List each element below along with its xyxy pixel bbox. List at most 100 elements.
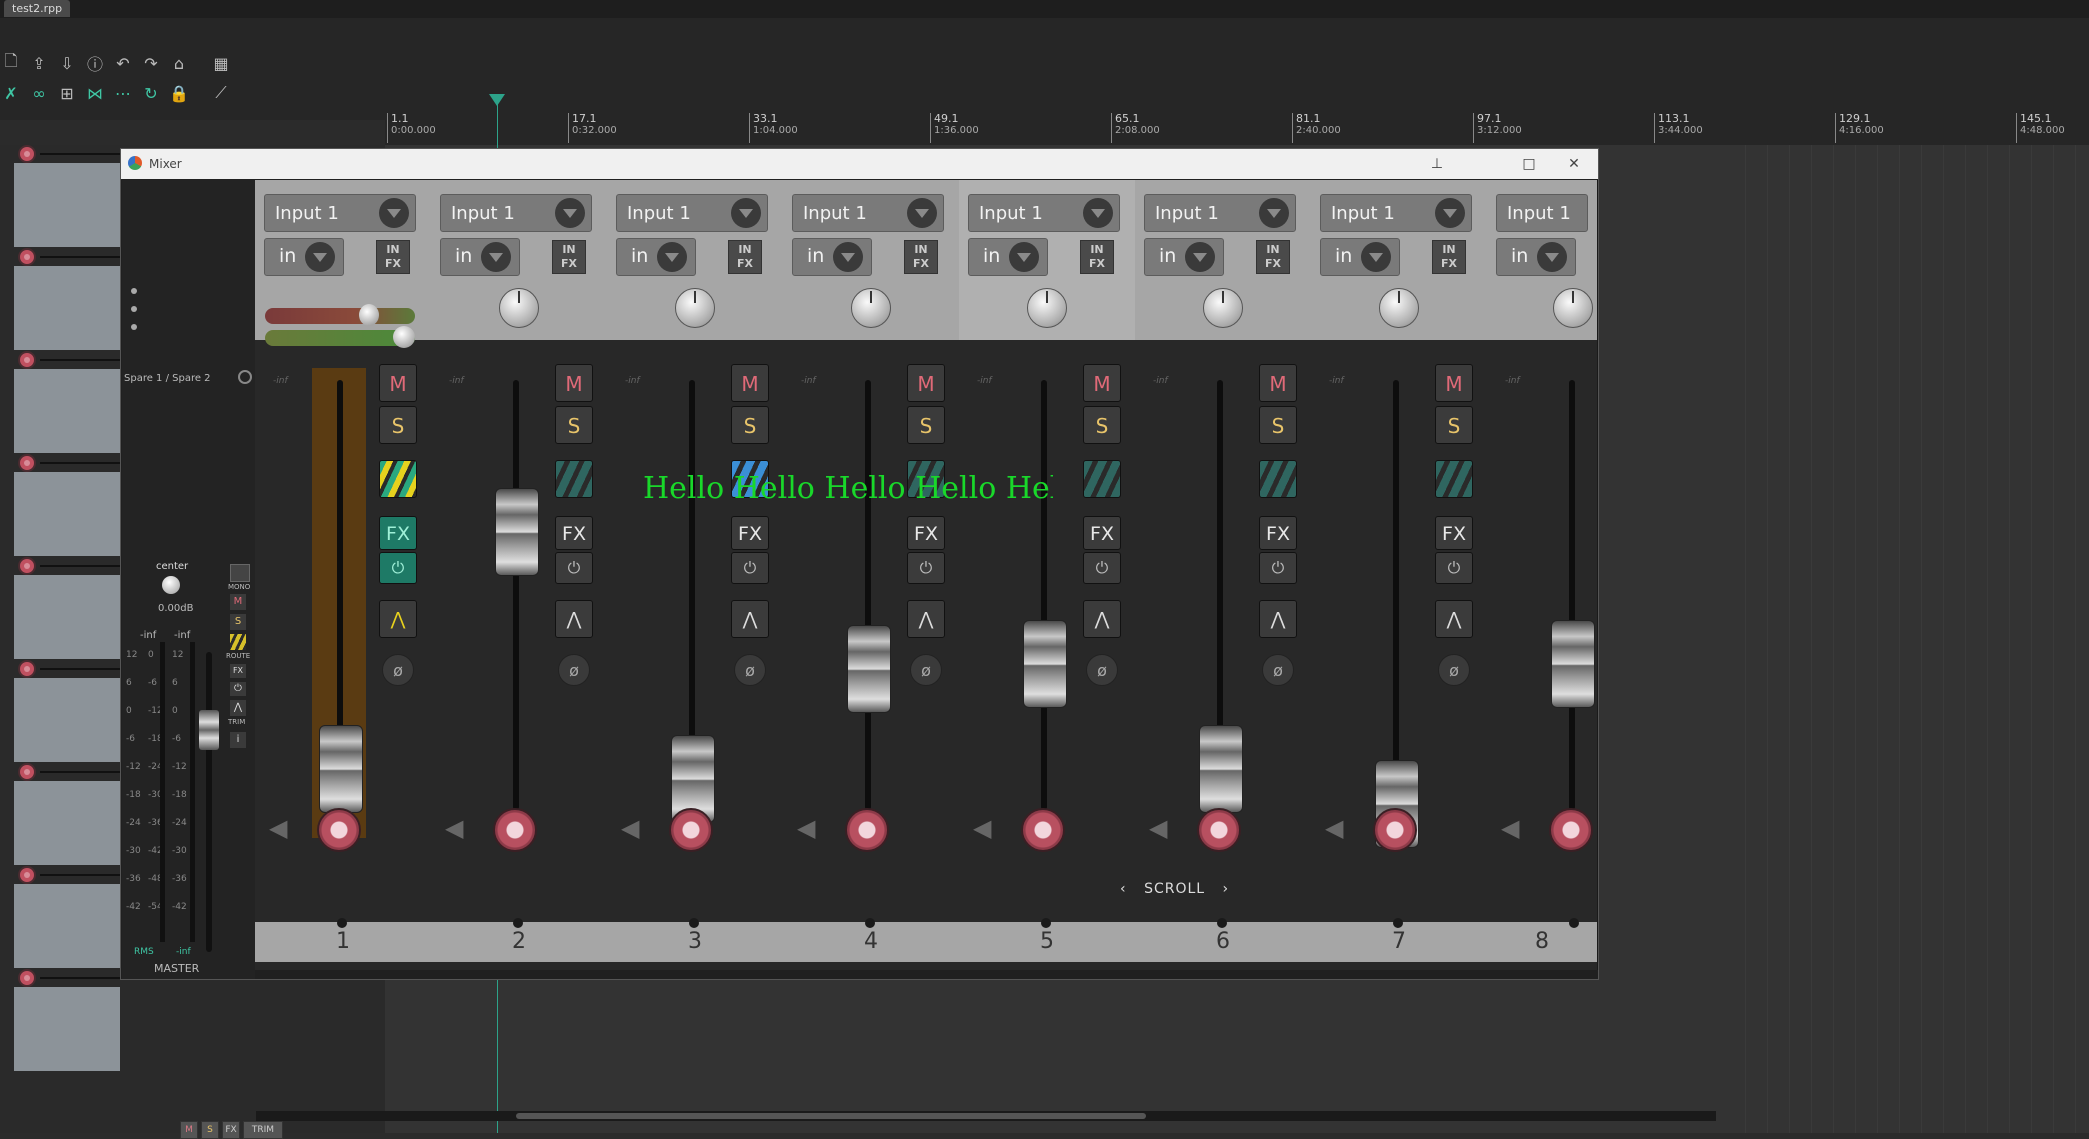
phase-invert-icon[interactable]: ø — [382, 654, 414, 686]
fx-power-icon[interactable]: ⏻ — [1259, 552, 1297, 584]
chevron-down-icon[interactable] — [657, 242, 687, 272]
input-select[interactable]: Input 1 — [792, 194, 944, 232]
ripple-edit-icon[interactable]: ✗ — [0, 82, 22, 104]
volume-slider-knob[interactable] — [359, 304, 379, 326]
record-arm-button[interactable] — [669, 808, 713, 852]
channel-number[interactable]: 1 — [255, 918, 431, 962]
input-fx-button[interactable]: IN FX — [1080, 240, 1114, 274]
channel-number[interactable]: 4 — [783, 918, 959, 962]
record-arm-button[interactable] — [1197, 808, 1241, 852]
fx-button[interactable]: FX — [222, 1121, 240, 1139]
channel-number[interactable]: 3 — [607, 918, 783, 962]
speaker-icon[interactable]: ◀ — [445, 814, 463, 842]
record-arm-button[interactable] — [18, 145, 36, 163]
input-select[interactable]: Input 1 — [440, 194, 592, 232]
solo-button[interactable]: S — [1435, 406, 1473, 444]
input-fx-button[interactable]: IN FX — [1256, 240, 1290, 274]
metronome-icon[interactable]: ⌂ — [168, 52, 190, 74]
chevron-down-icon[interactable] — [731, 198, 761, 228]
speaker-icon[interactable]: ◀ — [269, 814, 287, 842]
input-mode-select[interactable]: in — [616, 238, 696, 276]
phase-invert-icon[interactable]: ø — [910, 654, 942, 686]
timeline-ruler[interactable]: 1.1 0:00.000 17.1 0:32.000 33.1 1:04.000 49… — [385, 105, 2089, 145]
master-route-button[interactable] — [230, 634, 246, 650]
master-io-knob[interactable] — [238, 370, 252, 384]
solo-button[interactable]: S — [731, 406, 769, 444]
maximize-button[interactable]: □ — [1518, 153, 1540, 175]
input-mode-select[interactable]: in — [792, 238, 872, 276]
volume-slider[interactable] — [265, 308, 415, 324]
chevron-down-icon[interactable] — [305, 242, 335, 272]
chevron-down-icon[interactable] — [1259, 198, 1289, 228]
master-fader[interactable] — [199, 710, 219, 750]
link-icon[interactable]: ∞ — [28, 82, 50, 104]
pan-knob[interactable] — [499, 288, 539, 328]
channel-number[interactable]: 6 — [1135, 918, 1311, 962]
phase-invert-icon[interactable]: ø — [734, 654, 766, 686]
channel-number[interactable]: 8 — [1487, 918, 1597, 962]
input-mode-select[interactable]: in — [1144, 238, 1224, 276]
input-mode-select[interactable]: in — [264, 238, 344, 276]
input-fx-button[interactable]: IN FX — [1432, 240, 1466, 274]
input-fx-button[interactable]: IN FX — [728, 240, 762, 274]
input-select[interactable]: Input 1 — [1320, 194, 1472, 232]
auto-crossfade-icon[interactable]: ⋈ — [84, 82, 106, 104]
chevron-down-icon[interactable] — [1083, 198, 1113, 228]
volume-fader[interactable] — [847, 625, 891, 713]
phase-invert-icon[interactable]: ø — [1438, 654, 1470, 686]
group-icon[interactable]: ⊞ — [56, 82, 78, 104]
fx-button[interactable]: FX — [907, 516, 945, 550]
pan-slider-knob[interactable] — [393, 326, 415, 348]
chevron-down-icon[interactable] — [1185, 242, 1215, 272]
route-button[interactable] — [379, 460, 417, 498]
track-row[interactable]: M S FX TRIM — [0, 969, 360, 1139]
mute-button[interactable]: M — [555, 364, 593, 402]
scroll-left-icon[interactable]: ‹ — [1120, 881, 1127, 897]
speaker-icon[interactable]: ◀ — [797, 814, 815, 842]
chevron-down-icon[interactable] — [1537, 242, 1567, 272]
loop-icon[interactable]: ↻ — [140, 82, 162, 104]
redo-icon[interactable]: ↷ — [140, 52, 162, 74]
pin-icon[interactable]: ⊥ — [1426, 153, 1448, 175]
mute-button[interactable]: M — [907, 364, 945, 402]
fx-button[interactable]: FX — [1083, 516, 1121, 550]
record-arm-button[interactable] — [845, 808, 889, 852]
chevron-down-icon[interactable] — [907, 198, 937, 228]
volume-fader[interactable] — [1199, 725, 1243, 813]
route-button[interactable] — [1435, 460, 1473, 498]
master-io-button[interactable] — [230, 564, 250, 582]
envelope-icon[interactable]: ⋀ — [907, 600, 945, 638]
record-arm-button[interactable] — [18, 248, 36, 266]
record-arm-button[interactable] — [493, 808, 537, 852]
undo-icon[interactable]: ↶ — [112, 52, 134, 74]
scroll-right-icon[interactable]: › — [1223, 881, 1230, 897]
envelope-icon[interactable]: ⋀ — [1259, 600, 1297, 638]
scrollbar-thumb[interactable] — [516, 1113, 1146, 1119]
solo-button[interactable]: S — [555, 406, 593, 444]
fx-button[interactable]: FX — [1259, 516, 1297, 550]
mute-button[interactable]: M — [1083, 364, 1121, 402]
fx-button[interactable]: FX — [1435, 516, 1473, 550]
playhead-marker-icon[interactable] — [489, 94, 505, 106]
speaker-icon[interactable]: ◀ — [1149, 814, 1167, 842]
channel-number[interactable]: 5 — [959, 918, 1135, 962]
chevron-down-icon[interactable] — [379, 198, 409, 228]
record-arm-button[interactable] — [18, 866, 36, 884]
master-mono-label[interactable]: MONO — [228, 583, 250, 591]
input-select[interactable]: Input 1 — [968, 194, 1120, 232]
master-info-button[interactable]: i — [230, 732, 246, 748]
trim-button[interactable]: TRIM — [243, 1121, 283, 1139]
lock-icon[interactable]: 🔒 — [168, 82, 190, 104]
fx-button[interactable]: FX — [731, 516, 769, 550]
chevron-down-icon[interactable] — [833, 242, 863, 272]
master-fx-power-icon[interactable]: ⏻ — [230, 682, 246, 696]
volume-fader[interactable] — [319, 725, 363, 813]
input-mode-select[interactable]: in — [968, 238, 1048, 276]
grid-toggle-icon[interactable]: ▦ — [210, 52, 232, 74]
volume-fader[interactable] — [1551, 620, 1595, 708]
fx-power-icon[interactable]: ⏻ — [1083, 552, 1121, 584]
mute-button[interactable]: M — [1435, 364, 1473, 402]
pan-knob[interactable] — [1027, 288, 1067, 328]
speaker-icon[interactable]: ◀ — [621, 814, 639, 842]
record-arm-button[interactable] — [1021, 808, 1065, 852]
